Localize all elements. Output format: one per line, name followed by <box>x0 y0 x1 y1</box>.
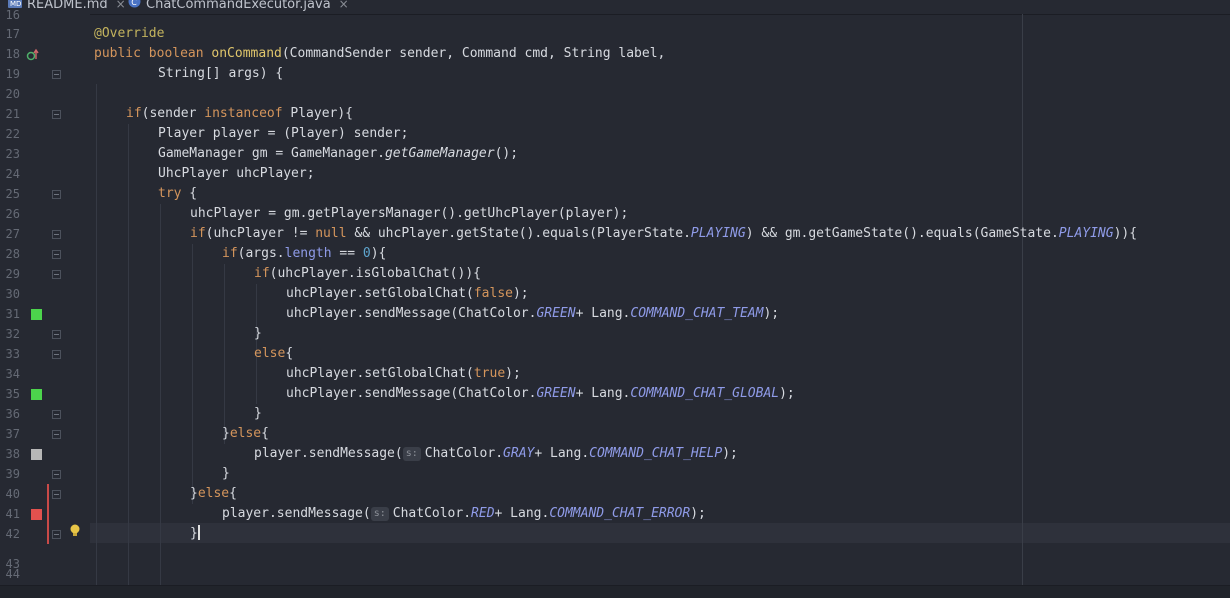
line-number: 44 <box>5 567 20 581</box>
fold-toggle-icon[interactable] <box>52 430 61 439</box>
code-line: } <box>190 525 200 541</box>
parameter-hint: s: <box>402 447 421 461</box>
code-line: if(uhcPlayer.isGlobalChat()){ <box>254 266 481 281</box>
line-number: 38 <box>5 447 20 461</box>
fold-toggle-icon[interactable] <box>52 350 61 359</box>
lightbulb-icon[interactable] <box>68 523 82 543</box>
line-number: 19 <box>5 67 20 81</box>
line-number: 32 <box>5 327 20 341</box>
code-line: uhcPlayer.sendMessage(ChatColor.GREEN+ L… <box>286 306 780 321</box>
line-number: 35 <box>5 387 20 401</box>
breadcrumb-bar <box>0 585 1230 598</box>
line-number: 36 <box>5 407 20 421</box>
override-method-icon[interactable] <box>26 47 40 66</box>
code-line: Player player = (Player) sender; <box>158 126 409 141</box>
vcs-added-marker[interactable] <box>31 389 42 400</box>
line-number: 41 <box>5 507 20 521</box>
code-line: player.sendMessage(s: ChatColor.GRAY+ Lan… <box>254 446 738 461</box>
code-line: String[] args) { <box>158 66 284 81</box>
code-line: uhcPlayer.sendMessage(ChatColor.GREEN+ L… <box>286 386 795 401</box>
line-number: 23 <box>5 147 20 161</box>
fold-toggle-icon[interactable] <box>52 470 61 479</box>
code-line: player.sendMessage(s: ChatColor.RED+ Lang… <box>222 506 706 521</box>
fold-toggle-icon[interactable] <box>52 70 61 79</box>
fold-toggle-icon[interactable] <box>52 410 61 419</box>
code-line: public boolean onCommand(CommandSender s… <box>94 46 666 61</box>
line-number: 29 <box>5 267 20 281</box>
line-number: 22 <box>5 127 20 141</box>
fold-toggle-icon[interactable] <box>52 530 61 539</box>
line-number: 42 <box>5 527 20 541</box>
vcs-added-marker[interactable] <box>31 309 42 320</box>
changed-lines-bar <box>47 484 49 544</box>
fold-toggle-icon[interactable] <box>52 190 61 199</box>
fold-toggle-icon[interactable] <box>52 270 61 279</box>
vcs-error-marker[interactable] <box>31 509 42 520</box>
line-number: 18 <box>5 47 20 61</box>
line-number: 25 <box>5 187 20 201</box>
parameter-hint: s: <box>370 507 389 521</box>
line-number: 37 <box>5 427 20 441</box>
code-line: }else{ <box>190 486 237 501</box>
code-editor[interactable]: @Override public boolean onCommand(Comma… <box>94 0 1230 597</box>
fold-toggle-icon[interactable] <box>52 230 61 239</box>
code-line: UhcPlayer uhcPlayer; <box>158 166 315 181</box>
fold-toggle-icon[interactable] <box>52 490 61 499</box>
line-number: 31 <box>5 307 20 321</box>
code-line: uhcPlayer = gm.getPlayersManager().getUh… <box>190 206 629 221</box>
fold-toggle-icon[interactable] <box>52 110 61 119</box>
code-line: @Override <box>94 26 165 41</box>
fold-toggle-icon[interactable] <box>52 330 61 339</box>
code-line: }else{ <box>222 426 269 441</box>
line-number: 24 <box>5 167 20 181</box>
code-line: } <box>254 326 262 341</box>
code-line: if(sender instanceof Player){ <box>126 106 354 121</box>
line-number: 16 <box>5 8 20 22</box>
line-number: 33 <box>5 347 20 361</box>
line-number: 20 <box>5 87 20 101</box>
vcs-modified-marker[interactable] <box>31 449 42 460</box>
code-line: if(uhcPlayer != null && uhcPlayer.getSta… <box>190 226 1138 241</box>
line-number: 30 <box>5 287 20 301</box>
code-line: uhcPlayer.setGlobalChat(false); <box>286 286 529 301</box>
code-line: } <box>254 406 262 421</box>
code-line: else{ <box>254 346 294 361</box>
line-number: 26 <box>5 207 20 221</box>
line-number: 28 <box>5 247 20 261</box>
code-line: } <box>222 466 230 481</box>
code-line: uhcPlayer.setGlobalChat(true); <box>286 366 521 381</box>
line-number: 39 <box>5 467 20 481</box>
code-line: if(args.length == 0){ <box>222 246 387 261</box>
text-caret <box>197 525 200 540</box>
code-line: GameManager gm = GameManager.getGameMana… <box>158 146 519 161</box>
code-line: try { <box>158 186 198 201</box>
fold-toggle-icon[interactable] <box>52 250 61 259</box>
line-number: 17 <box>5 27 20 41</box>
line-number: 21 <box>5 107 20 121</box>
line-number: 40 <box>5 487 20 501</box>
line-number: 34 <box>5 367 20 381</box>
line-number: 27 <box>5 227 20 241</box>
